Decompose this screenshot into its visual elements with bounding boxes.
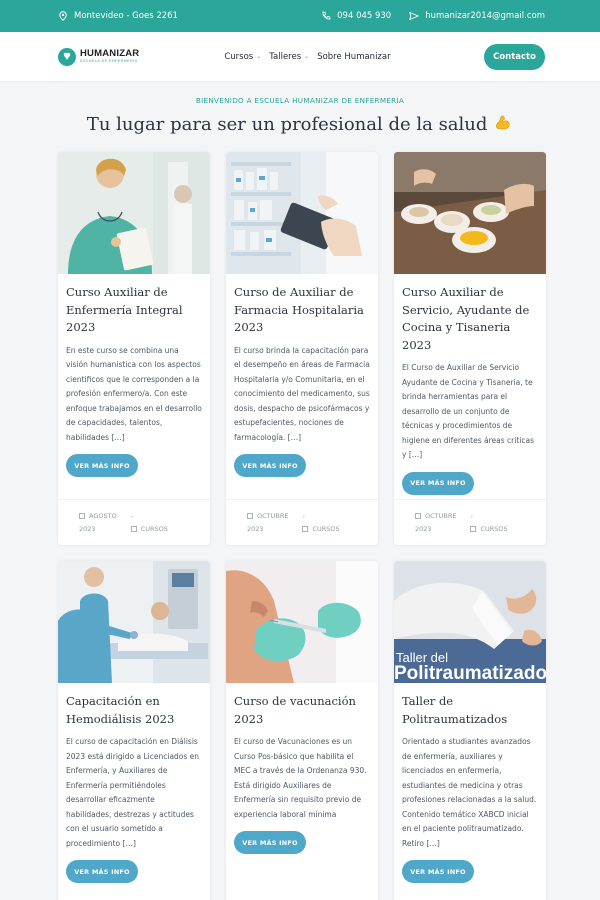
email-text: humanizar2014@gmail.com <box>425 11 545 21</box>
menu-label: Sobre Humanizar <box>317 51 391 62</box>
nurse-clipboard-image <box>58 152 210 274</box>
menu-item-cursos[interactable]: Cursos ⌄ <box>224 52 261 62</box>
card-date-month: AGOSTO <box>89 512 117 520</box>
card-category[interactable]: CURSOS <box>312 525 339 533</box>
calendar-icon <box>415 513 421 519</box>
card-date-year: 2023 <box>79 525 96 533</box>
card-meta: AGOSTO 2023 - CURSOS <box>58 499 210 533</box>
card-category[interactable]: CURSOS <box>480 525 507 533</box>
ver-mas-info-button[interactable]: VER MÁS INFO <box>234 454 306 477</box>
card-date-month: OCTUBRE <box>425 512 457 520</box>
calendar-icon <box>247 513 253 519</box>
card-date-year: 2023 <box>415 525 432 533</box>
location-info: Montevideo - Goes 2261 <box>58 11 178 21</box>
location-pin-icon <box>59 11 67 21</box>
logo[interactable]: HUMANIZAR ESCUELA DE ENFERMERÍA <box>58 47 140 66</box>
food-tray-image <box>394 152 546 274</box>
logo-mark-icon <box>58 47 76 66</box>
chevron-down-icon: ⌄ <box>256 53 262 60</box>
menu-item-sobre-humanizar[interactable]: Sobre Humanizar <box>317 52 390 62</box>
logo-name: HUMANIZAR <box>80 48 140 60</box>
course-card: Taller del Politraumatizado Taller de Pol… <box>394 561 546 900</box>
course-card: Curso Auxiliar de Servicio, Ayudante de … <box>394 152 546 545</box>
main-navbar: HUMANIZAR ESCUELA DE ENFERMERÍA Cursos ⌄… <box>0 32 600 82</box>
card-date-separator: - <box>302 512 305 520</box>
main-menu: Cursos ⌄ Talleres ⌄ Sobre Humanizar <box>224 52 390 62</box>
phone-text: 094 045 930 <box>337 11 392 21</box>
menu-item-talleres[interactable]: Talleres ⌄ <box>269 52 309 62</box>
hero-headline: Tu lugar para ser un profesional de la s… <box>0 113 600 135</box>
top-bar: Montevideo - Goes 2261 094 045 930 human… <box>0 0 600 32</box>
folder-icon <box>470 526 477 532</box>
send-icon <box>409 11 420 21</box>
headline-text: Tu lugar para ser un profesional de la s… <box>86 114 488 135</box>
ver-mas-info-button[interactable]: VER MÁS INFO <box>66 454 138 477</box>
card-title: Curso Auxiliar de Enfermería Integral 20… <box>66 285 183 334</box>
folder-icon <box>130 526 137 532</box>
card-date-separator: - <box>470 512 473 520</box>
card-excerpt: Orientado a studiantes avanzados de enfe… <box>402 737 537 848</box>
card-excerpt: En este curso se combina una visión huma… <box>66 345 202 442</box>
card-excerpt: El Curso de Auxiliar de Servicio Ayudant… <box>402 363 534 459</box>
course-card: Curso Auxiliar de Enfermería Integral 20… <box>58 152 210 545</box>
ver-mas-info-button[interactable]: VER MÁS INFO <box>402 860 474 883</box>
phone-link[interactable]: 094 045 930 <box>321 11 391 21</box>
banner-text: Taller del Politraumatizado <box>394 650 546 684</box>
card-meta: OCTUBRE 2023 - CURSOS <box>226 499 378 533</box>
card-date-month: OCTUBRE <box>257 512 289 520</box>
contact-button[interactable]: Contacto <box>484 43 545 70</box>
card-excerpt: El curso de capacitación en Diálisis 202… <box>66 737 200 848</box>
card-meta: OCTUBRE 2023 - CURSOS <box>394 499 546 533</box>
card-title: Curso de Auxiliar de Farmacia Hospitalar… <box>234 285 364 334</box>
pharmacy-tablet-image <box>226 152 378 274</box>
card-date-year: 2023 <box>247 525 264 533</box>
calendar-icon <box>79 513 85 519</box>
flexed-biceps-icon <box>496 115 510 130</box>
course-card: Curso de vacunación 2023 El curso de Vac… <box>226 561 378 900</box>
ver-mas-info-button[interactable]: VER MÁS INFO <box>402 471 474 495</box>
folder-icon <box>302 526 309 532</box>
chevron-down-icon: ⌄ <box>304 53 310 60</box>
menu-label: Talleres <box>269 51 302 62</box>
hero-eyebrow: BIENVENIDO A ESCUELA HUMANIZAR DE ENFERM… <box>195 96 405 105</box>
location-text: Montevideo - Goes 2261 <box>74 11 178 21</box>
card-title: Curso de vacunación 2023 <box>234 694 356 726</box>
vaccination-image <box>226 561 378 683</box>
card-excerpt: El curso de Vacunaciones es un Curso Pos… <box>234 737 367 819</box>
ver-mas-info-button[interactable]: VER MÁS INFO <box>66 860 138 883</box>
course-card: Capacitación en Hemodiálisis 2023 El cur… <box>58 561 210 900</box>
card-category[interactable]: CURSOS <box>141 525 168 533</box>
course-card: Curso de Auxiliar de Farmacia Hospitalar… <box>226 152 378 545</box>
logo-subtitle: ESCUELA DE ENFERMERÍA <box>80 58 138 63</box>
menu-label: Cursos <box>224 51 254 62</box>
hemodialysis-image <box>58 561 210 683</box>
card-excerpt: El curso brinda la capacitación para el … <box>234 345 370 442</box>
politraumatizado-image-wrap: Taller del Politraumatizado <box>394 561 546 683</box>
ver-mas-info-button[interactable]: VER MÁS INFO <box>234 831 306 854</box>
card-date-separator: - <box>130 512 134 520</box>
email-link[interactable]: humanizar2014@gmail.com <box>409 11 545 21</box>
card-title: Taller de Politraumatizados <box>402 694 508 726</box>
card-title: Curso Auxiliar de Servicio, Ayudante de … <box>402 285 530 352</box>
card-title: Capacitación en Hemodiálisis 2023 <box>66 694 175 726</box>
phone-icon <box>322 11 331 20</box>
